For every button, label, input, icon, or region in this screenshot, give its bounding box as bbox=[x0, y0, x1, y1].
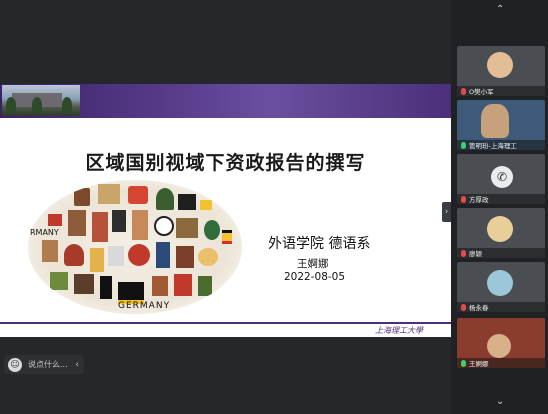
university-logo: 上海理工大學 bbox=[375, 326, 423, 335]
video-feed bbox=[487, 334, 511, 358]
participant-tile[interactable]: O樊小军 bbox=[457, 46, 545, 96]
participant-name: 王婀娜 bbox=[469, 360, 489, 368]
chevron-left-icon[interactable]: ‹ bbox=[75, 360, 79, 370]
mic-off-icon bbox=[461, 303, 466, 311]
mic-off-icon bbox=[461, 249, 466, 257]
smile-icon[interactable]: ☺ bbox=[8, 357, 22, 372]
collapse-sidebar-button[interactable]: › bbox=[442, 202, 451, 222]
chat-input[interactable]: ☺ 说点什么... ‹ bbox=[4, 355, 84, 374]
presentation-date: 2022-08-05 bbox=[284, 271, 346, 283]
video-feed bbox=[481, 104, 509, 138]
participant-name: 杨永春 bbox=[469, 304, 489, 312]
chevron-right-icon: › bbox=[444, 207, 449, 217]
slide-banner bbox=[0, 84, 451, 118]
participant-name: O樊小军 bbox=[469, 88, 494, 96]
meeting-stage: 区域国别视域下资政报告的撰写 RMANY GERMANY 外语学院 德语系 王婀… bbox=[0, 0, 451, 414]
participant-name: 廖颖 bbox=[469, 250, 482, 258]
slide-divider bbox=[0, 322, 451, 324]
participant-sidebar: ⌃ O樊小军 管明玢-上海理工 ✆ 方厚政 廖颖 杨永春 王婀娜 ⌄ bbox=[451, 0, 548, 414]
participant-tile[interactable]: ✆ 方厚政 bbox=[457, 154, 545, 204]
shared-slide: 区域国别视域下资政报告的撰写 RMANY GERMANY 外语学院 德语系 王婀… bbox=[0, 84, 451, 337]
mic-on-icon bbox=[461, 359, 466, 367]
scroll-down-icon[interactable]: ⌄ bbox=[496, 396, 504, 407]
slide-title: 区域国别视域下资政报告的撰写 bbox=[85, 152, 366, 174]
collage-label-left: RMANY bbox=[30, 228, 59, 237]
department: 外语学院 德语系 bbox=[268, 236, 371, 252]
phone-icon: ✆ bbox=[491, 166, 513, 188]
mic-on-icon bbox=[461, 141, 466, 149]
mic-off-icon bbox=[461, 87, 466, 95]
participant-tile[interactable]: 王婀娜 bbox=[457, 318, 545, 368]
mic-off-icon bbox=[461, 195, 466, 203]
collage-label: GERMANY bbox=[118, 301, 171, 311]
participant-tile[interactable]: 管明玢-上海理工 bbox=[457, 100, 545, 150]
germany-collage-image bbox=[28, 180, 242, 314]
participant-name: 方厚政 bbox=[469, 196, 489, 204]
author: 王婀娜 bbox=[297, 258, 329, 270]
participant-tile[interactable]: 杨永春 bbox=[457, 262, 545, 312]
avatar bbox=[487, 270, 513, 296]
chat-placeholder: 说点什么... bbox=[28, 360, 68, 369]
video-feed bbox=[487, 52, 513, 78]
participant-tile[interactable]: 廖颖 bbox=[457, 208, 545, 258]
participant-name: 管明玢-上海理工 bbox=[469, 142, 517, 150]
avatar bbox=[487, 216, 513, 242]
scroll-up-icon[interactable]: ⌃ bbox=[496, 4, 504, 15]
campus-photo bbox=[2, 85, 80, 116]
